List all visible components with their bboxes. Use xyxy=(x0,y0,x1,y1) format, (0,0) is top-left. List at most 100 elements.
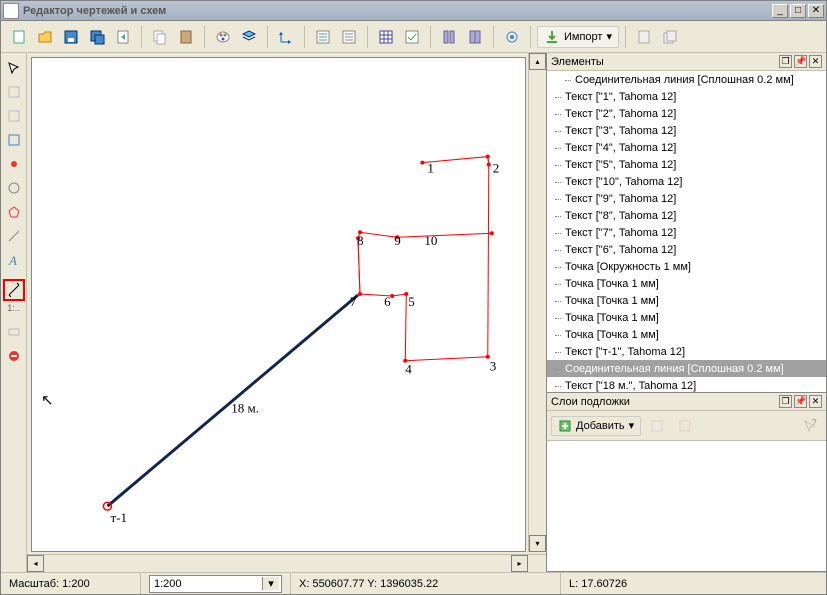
status-coords: X: 550607.77 Y: 1396035.22 xyxy=(291,573,561,594)
save-icon[interactable] xyxy=(59,25,83,49)
polygon-tool[interactable] xyxy=(3,201,25,223)
tree-item[interactable]: Текст ["2", Tahoma 12] xyxy=(547,105,826,122)
canvas-label-t1: т-1 xyxy=(110,510,127,525)
tree-item[interactable]: Точка [Точка 1 мм] xyxy=(547,292,826,309)
canvas-label-5: 5 xyxy=(408,294,415,309)
svg-text:?: ? xyxy=(812,418,817,427)
window-title: Редактор чертежей и схем xyxy=(23,5,772,17)
palette-icon[interactable] xyxy=(211,25,235,49)
chevron-down-icon: ▾ xyxy=(606,30,612,43)
app-icon xyxy=(3,3,19,19)
titlebar: Редактор чертежей и схем _ □ ✕ xyxy=(1,1,826,21)
tree-item[interactable]: Текст ["10", Tahoma 12] xyxy=(547,173,826,190)
select-tool[interactable] xyxy=(3,57,25,79)
pages-icon[interactable] xyxy=(658,25,682,49)
panel-pin-icon[interactable]: 📌 xyxy=(794,395,807,408)
canvas-label-3: 3 xyxy=(490,359,497,374)
canvas-label-1: 1 xyxy=(427,161,434,176)
statusbar: Масштаб: 1:200 1:200 X: 550607.77 Y: 139… xyxy=(1,572,826,594)
canvas-label-10: 10 xyxy=(424,233,437,248)
circle-tool[interactable] xyxy=(3,177,25,199)
zoom-tool[interactable] xyxy=(3,81,25,103)
tree-item[interactable]: Текст ["18 м.", Tahoma 12] xyxy=(547,377,826,392)
panel-close-icon[interactable]: ✕ xyxy=(809,395,822,408)
tree-item[interactable]: Точка [Точка 1 мм] xyxy=(547,275,826,292)
panel-restore-icon[interactable]: ❐ xyxy=(779,55,792,68)
main-toolbar: Импорт ▾ xyxy=(1,21,826,53)
tree-item[interactable]: Текст ["3", Tahoma 12] xyxy=(547,122,826,139)
paste-icon[interactable] xyxy=(174,25,198,49)
tree-item[interactable]: Текст ["т-1", Tahoma 12] xyxy=(547,343,826,360)
elements-title: Элементы xyxy=(551,56,777,68)
layers-list[interactable] xyxy=(547,441,826,571)
tree-item[interactable]: Точка [Точка 1 мм] xyxy=(547,326,826,343)
panel-close-icon[interactable]: ✕ xyxy=(809,55,822,68)
tree-item[interactable]: Текст ["6", Tahoma 12] xyxy=(547,241,826,258)
save-as-icon[interactable] xyxy=(85,25,109,49)
tree-item[interactable]: Текст ["9", Tahoma 12] xyxy=(547,190,826,207)
axes-icon[interactable] xyxy=(274,25,298,49)
point-tool[interactable] xyxy=(3,153,25,175)
elements-panel: Элементы ❐ 📌 ✕ Соединительная линия [Спл… xyxy=(547,53,826,393)
elements-tree[interactable]: Соединительная линия [Сплошная 0.2 мм]Те… xyxy=(547,71,826,392)
line-tool[interactable] xyxy=(3,225,25,247)
panel-pin-icon[interactable]: 📌 xyxy=(794,55,807,68)
crop-tool[interactable] xyxy=(3,105,25,127)
import-button[interactable]: Импорт ▾ xyxy=(537,26,619,48)
tree-item[interactable]: Текст ["5", Tahoma 12] xyxy=(547,156,826,173)
layer-btn2[interactable] xyxy=(673,414,697,438)
tree-item[interactable]: Текст ["1", Tahoma 12] xyxy=(547,88,826,105)
settings-icon[interactable] xyxy=(500,25,524,49)
canvas-label-2: 2 xyxy=(493,161,500,176)
app-window: Редактор чертежей и схем _ □ ✕ xyxy=(0,0,827,595)
layer-add-label: Добавить xyxy=(576,420,625,432)
tree-item[interactable]: Текст ["8", Tahoma 12] xyxy=(547,207,826,224)
open-icon[interactable] xyxy=(33,25,57,49)
scale-value: 1:200 xyxy=(154,578,182,590)
list-check-icon[interactable] xyxy=(311,25,335,49)
status-scale-label: Масштаб: 1:200 xyxy=(1,573,141,594)
layers-title: Слои подложки xyxy=(551,396,777,408)
new-icon[interactable] xyxy=(7,25,31,49)
copy-icon[interactable] xyxy=(148,25,172,49)
canvas-viewport[interactable]: 1 2 3 4 5 6 7 8 9 10 т-1 18 м. xyxy=(27,53,546,572)
text-tool[interactable]: A xyxy=(3,249,25,271)
close-button[interactable]: ✕ xyxy=(808,4,824,18)
canvas-label-7: 7 xyxy=(350,294,357,309)
chevron-down-icon: ▾ xyxy=(629,419,635,432)
tree-item[interactable]: Точка [Точка 1 мм] xyxy=(547,309,826,326)
col-icon[interactable] xyxy=(437,25,461,49)
tree-item[interactable]: Соединительная линия [Сплошная 0.2 мм] xyxy=(547,360,826,377)
layers-icon[interactable] xyxy=(237,25,261,49)
maximize-button[interactable]: □ xyxy=(790,4,806,18)
minimize-button[interactable]: _ xyxy=(772,4,788,18)
horizontal-scrollbar[interactable]: ◂ ▸ xyxy=(27,554,546,572)
grid-check-icon[interactable] xyxy=(400,25,424,49)
drawing-canvas[interactable]: 1 2 3 4 5 6 7 8 9 10 т-1 18 м. xyxy=(31,57,526,552)
canvas-label-len: 18 м. xyxy=(231,401,259,416)
import-label: Импорт xyxy=(564,31,602,43)
layer-btn1[interactable] xyxy=(645,414,669,438)
canvas-label-4: 4 xyxy=(405,362,412,377)
layer-add-button[interactable]: Добавить ▾ xyxy=(551,416,641,436)
col2-icon[interactable] xyxy=(463,25,487,49)
tree-item[interactable]: Текст ["4", Tahoma 12] xyxy=(547,139,826,156)
scale-indicator: 1:.. xyxy=(7,303,20,313)
grid-icon[interactable] xyxy=(374,25,398,49)
page-icon[interactable] xyxy=(632,25,656,49)
frame-tool[interactable] xyxy=(3,129,25,151)
measure-tool[interactable] xyxy=(3,279,25,301)
export-icon[interactable] xyxy=(111,25,135,49)
layer-help-icon[interactable]: ? xyxy=(798,414,822,438)
vertical-scrollbar[interactable]: ▴ ▾ xyxy=(528,53,546,552)
panel-restore-icon[interactable]: ❐ xyxy=(779,395,792,408)
tree-item[interactable]: Точка [Окружность 1 мм] xyxy=(547,258,826,275)
canvas-label-6: 6 xyxy=(384,294,391,309)
tree-item[interactable]: Текст ["7", Tahoma 12] xyxy=(547,224,826,241)
text2-tool[interactable] xyxy=(3,321,25,343)
list-icon[interactable] xyxy=(337,25,361,49)
scale-combobox[interactable]: 1:200 xyxy=(149,575,282,593)
delete-tool[interactable] xyxy=(3,345,25,367)
left-toolbar: A 1:.. xyxy=(1,53,27,572)
tree-item[interactable]: Соединительная линия [Сплошная 0.2 мм] xyxy=(547,71,826,88)
